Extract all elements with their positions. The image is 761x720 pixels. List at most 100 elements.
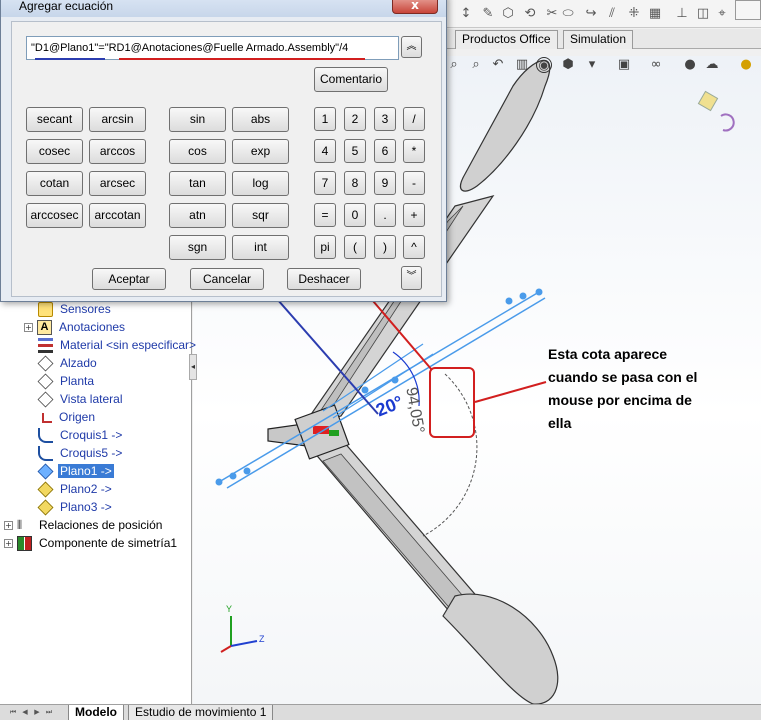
mirror-icon[interactable]: ⫽ (604, 6, 620, 22)
dialog-titlebar[interactable]: Agregar ecuación x (1, 0, 446, 17)
numeric-key[interactable]: . (374, 203, 396, 227)
tab-simulation[interactable]: Simulation (563, 30, 634, 49)
accept-button[interactable]: Aceptar (92, 268, 166, 290)
tree-item-planta[interactable]: Planta (37, 372, 96, 390)
tree-item-plano2[interactable]: Plano2 -> (37, 480, 114, 498)
realview-icon[interactable]: ☁ (704, 57, 720, 73)
ellipse-icon[interactable]: ⬭ (560, 6, 576, 22)
tree-item-alzado[interactable]: Alzado (37, 354, 99, 372)
function-key[interactable]: arccos (89, 139, 146, 164)
equation-input[interactable]: "D1@Plano1"="RD1@Anotaciones@Fuelle Arma… (26, 36, 399, 60)
convert-icon[interactable]: ▦ (647, 6, 663, 22)
numeric-key[interactable]: 6 (374, 139, 396, 163)
function-key[interactable]: cotan (26, 171, 83, 196)
tree-item-vista-lateral[interactable]: Vista lateral (37, 390, 124, 408)
relations-icon[interactable]: ⊥ (674, 6, 690, 22)
numeric-key[interactable]: / (403, 107, 425, 131)
numeric-key[interactable]: 0 (344, 203, 366, 227)
trim-icon[interactable]: ✂ (544, 6, 560, 22)
numeric-key[interactable]: 1 (314, 107, 336, 131)
view-cube-icon[interactable] (697, 90, 719, 112)
edit-appearance-icon[interactable]: ▣ (616, 57, 632, 73)
function-key[interactable]: exp (232, 139, 289, 164)
polygon-icon[interactable]: ⬡ (500, 6, 516, 22)
window-restore-button[interactable] (735, 0, 761, 20)
collapse-panel-handle[interactable]: ◂ (189, 354, 197, 380)
numeric-key[interactable]: * (403, 139, 425, 163)
numeric-key[interactable]: pi (314, 235, 336, 259)
function-key[interactable]: cos (169, 139, 226, 164)
display-icon[interactable]: ◫ (695, 6, 711, 22)
function-key[interactable]: sin (169, 107, 226, 132)
display-style-icon[interactable]: ⬢ (560, 57, 576, 73)
numeric-key[interactable]: - (403, 171, 425, 195)
sketch-tool-icon[interactable]: ✎ (480, 6, 496, 22)
tree-item-anotaciones[interactable]: + A Anotaciones (24, 318, 127, 336)
numeric-key[interactable]: ( (344, 235, 366, 259)
numeric-key[interactable]: + (403, 203, 425, 227)
last-tab-icon[interactable]: ⏭ (44, 706, 54, 719)
numeric-key[interactable]: 2 (344, 107, 366, 131)
zoom-area-icon[interactable]: ⌕ (468, 57, 484, 73)
rotate-view-icon[interactable] (720, 113, 735, 132)
function-key[interactable]: sqr (232, 203, 289, 228)
undo-button[interactable]: Deshacer (287, 268, 361, 290)
tree-item-componente-simetria[interactable]: + Componente de simetría1 (4, 534, 179, 552)
previous-tab-icon[interactable]: ◀ (20, 706, 30, 719)
expand-icon[interactable]: + (24, 322, 33, 332)
function-key[interactable]: tan (169, 171, 226, 196)
curve-icon[interactable]: ↪ (583, 6, 599, 22)
numeric-key[interactable]: 8 (344, 171, 366, 195)
numeric-key[interactable]: 7 (314, 171, 336, 195)
view-settings-icon[interactable]: ● (682, 57, 698, 73)
function-key[interactable]: arcsin (89, 107, 146, 132)
function-key[interactable]: arccotan (89, 203, 146, 228)
hide-show-icon[interactable]: ▾ (584, 57, 600, 73)
tab-productos-office[interactable]: Productos Office (455, 30, 558, 49)
function-key[interactable]: log (232, 171, 289, 196)
numeric-key[interactable]: 4 (314, 139, 336, 163)
lights-icon[interactable]: ● (738, 57, 754, 73)
previous-view-icon[interactable]: ↶ (490, 57, 506, 73)
transform-icon[interactable]: ⟲ (522, 6, 538, 22)
function-key[interactable]: abs (232, 107, 289, 132)
collapse-up-button[interactable]: ︽ (401, 36, 422, 58)
function-key[interactable]: arcsec (89, 171, 146, 196)
function-key[interactable]: atn (169, 203, 226, 228)
tree-item-croquis1[interactable]: Croquis1 -> (38, 426, 124, 444)
grid-icon[interactable]: ⁜ (626, 6, 642, 22)
tree-item-plano3[interactable]: Plano3 -> (37, 498, 114, 516)
tree-item-origen[interactable]: Origen (38, 408, 97, 426)
numeric-key[interactable]: 5 (344, 139, 366, 163)
quick-snaps-icon[interactable]: ⌖ (714, 6, 730, 22)
expand-icon[interactable]: + (4, 520, 13, 530)
tree-item-plano1[interactable]: Plano1 -> (37, 462, 114, 480)
section-view-icon[interactable]: ▥ (514, 57, 530, 73)
tree-item-relaciones-posicion[interactable]: + ⫴ Relaciones de posición (4, 516, 164, 534)
function-key[interactable]: int (232, 235, 289, 260)
numeric-key[interactable]: ^ (403, 235, 425, 259)
comment-button[interactable]: Comentario (314, 67, 388, 92)
tree-item-croquis5[interactable]: Croquis5 -> (38, 444, 124, 462)
next-tab-icon[interactable]: ▶ (32, 706, 42, 719)
function-key[interactable]: cosec (26, 139, 83, 164)
zoom-to-fit-icon[interactable]: ⌕ (446, 57, 462, 73)
function-key[interactable]: arccosec (26, 203, 83, 228)
expand-down-button[interactable]: ︾ (401, 266, 422, 290)
numeric-key[interactable]: 3 (374, 107, 396, 131)
dialog-close-button[interactable]: x (392, 0, 438, 14)
numeric-key[interactable]: ) (374, 235, 396, 259)
view-orientation-icon[interactable]: ◉ (536, 57, 552, 73)
cancel-button[interactable]: Cancelar (190, 268, 264, 290)
expand-icon[interactable]: + (4, 538, 13, 548)
function-key[interactable]: sgn (169, 235, 226, 260)
function-key[interactable]: secant (26, 107, 83, 132)
apply-scene-icon[interactable]: ∞ (648, 57, 664, 73)
dimension-icon[interactable]: ↕ (458, 6, 474, 22)
tree-item-material[interactable]: Material <sin especificar> (38, 336, 198, 354)
numeric-key[interactable]: 9 (374, 171, 396, 195)
tree-item-sensores[interactable]: Sensores (38, 300, 113, 318)
tab-estudio-movimiento[interactable]: Estudio de movimiento 1 (128, 705, 274, 720)
first-tab-icon[interactable]: ⏮ (8, 706, 18, 719)
tab-modelo[interactable]: Modelo (68, 705, 124, 720)
